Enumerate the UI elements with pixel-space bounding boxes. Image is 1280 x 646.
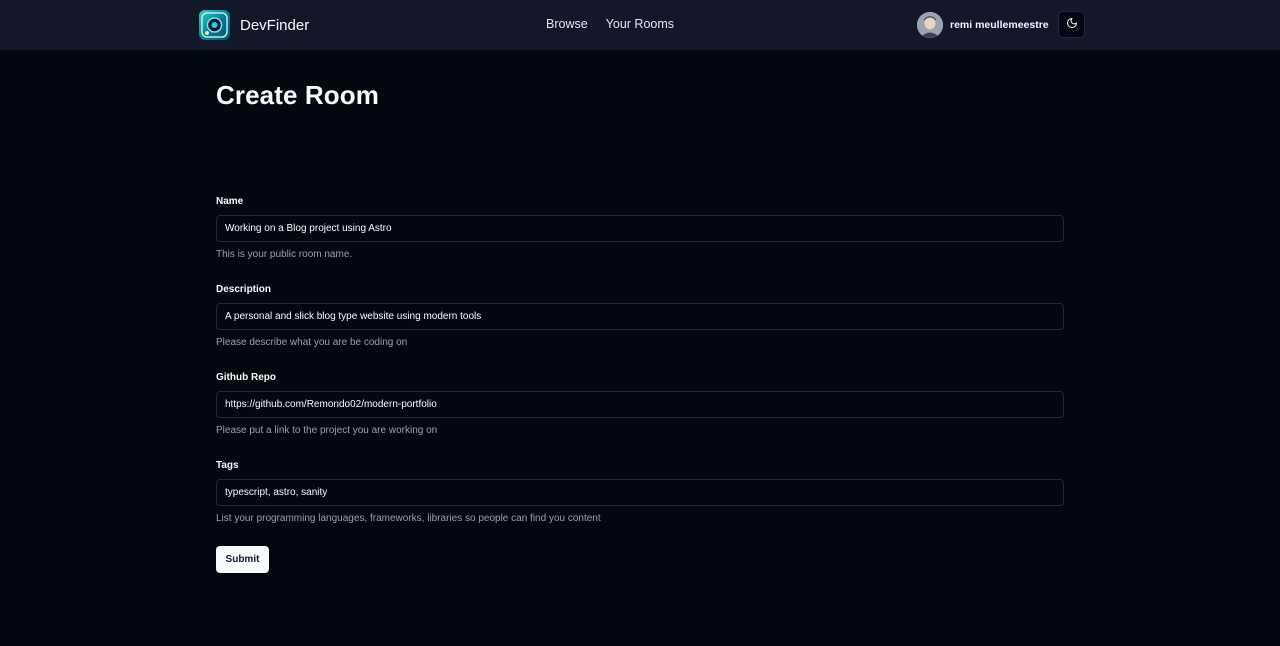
- user-menu[interactable]: remi meullemeestre: [917, 12, 1049, 38]
- nav-link-browse[interactable]: Browse: [546, 17, 588, 31]
- description-help-text: Please describe what you are be coding o…: [216, 337, 408, 348]
- brand-name: DevFinder: [240, 16, 310, 34]
- nav-link-your-rooms[interactable]: Your Rooms: [606, 17, 674, 31]
- name-help-text: This is your public room name.: [216, 249, 353, 260]
- moon-icon: [1066, 17, 1078, 32]
- github-repo-label: Github Repo: [216, 372, 276, 383]
- user-name: remi meullemeestre: [950, 19, 1049, 31]
- github-repo-field: Github Repo Please put a link to the pro…: [216, 372, 1064, 436]
- brand-link[interactable]: DevFinder: [199, 10, 309, 40]
- name-field: Name This is your public room name.: [216, 196, 1064, 260]
- description-input[interactable]: [216, 303, 1064, 330]
- tags-help-text: List your programming languages, framewo…: [216, 513, 601, 524]
- name-label: Name: [216, 196, 244, 207]
- theme-toggle-button[interactable]: [1058, 11, 1085, 38]
- navbar: DevFinder Browse Your Rooms remi meullem…: [0, 0, 1280, 50]
- tags-field: Tags List your programming languages, fr…: [216, 460, 1064, 524]
- tags-label: Tags: [216, 460, 239, 471]
- page-title: Create Room: [216, 80, 379, 110]
- github-repo-input[interactable]: [216, 391, 1064, 418]
- main-nav: Browse Your Rooms: [546, 17, 674, 31]
- submit-button[interactable]: Submit: [216, 546, 269, 573]
- description-label: Description: [216, 284, 272, 295]
- description-field: Description Please describe what you are…: [216, 284, 1064, 348]
- name-input[interactable]: [216, 215, 1064, 242]
- tags-input[interactable]: [216, 479, 1064, 506]
- avatar: [917, 12, 943, 38]
- github-repo-help-text: Please put a link to the project you are…: [216, 425, 438, 436]
- devfinder-logo-icon: [199, 10, 230, 40]
